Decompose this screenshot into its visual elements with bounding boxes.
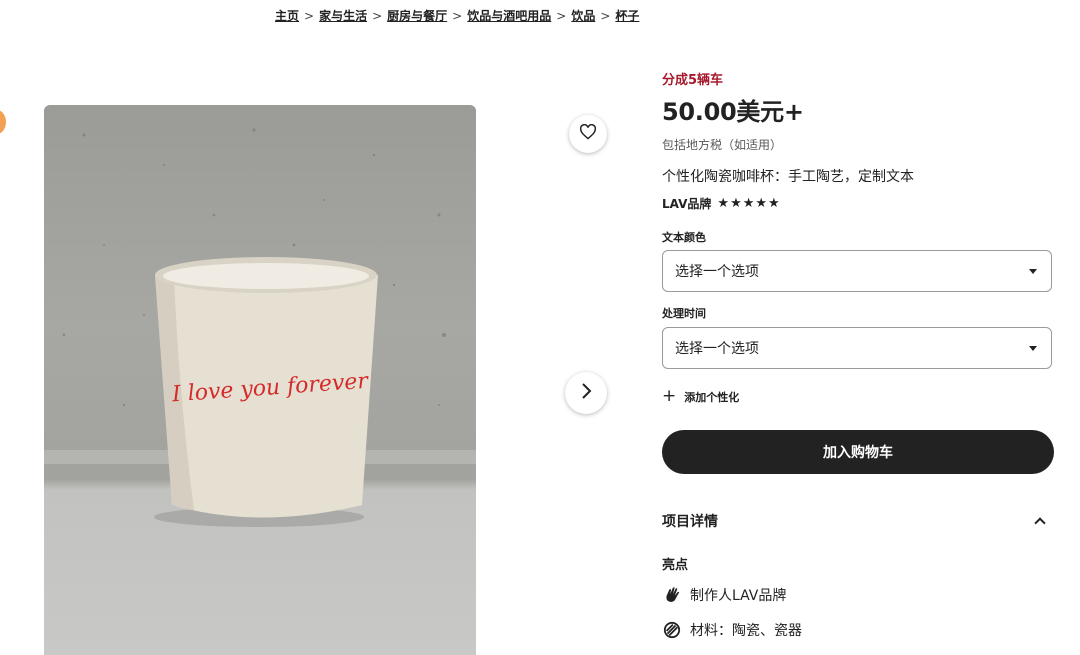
chevron-up-icon [1034,517,1046,529]
chevron-right-icon [580,382,592,404]
breadcrumb-item-drinkware[interactable]: 饮品 [571,7,595,24]
side-indicator-dot [0,110,6,134]
processing-time-value: 选择一个选项 [675,341,759,357]
mug-photo: I love you forever [44,128,476,527]
highlight-maker-text: 制作人LAV品牌 [690,588,787,604]
material-icon [662,620,682,640]
text-color-label: 文本颜色 [662,231,706,244]
star-icon: ★ [730,196,742,211]
breadcrumb-item-kitchen-dining[interactable]: 厨房与餐厅 [387,7,447,24]
rating-stars[interactable]: ★ ★ ★ ★ ★ [717,197,779,210]
heart-icon [579,123,597,144]
highlights-title: 亮点 [662,558,689,573]
mug-inner [163,263,369,289]
item-details-title: 项目详情 [662,514,718,530]
promo-text: 分成5辆车 [662,73,724,88]
breadcrumb-item-cups[interactable]: 杯子 [615,7,639,24]
breadcrumb-item-home-living[interactable]: 家与生活 [319,7,367,24]
breadcrumb-separator: > [304,8,315,23]
breadcrumb-separator: > [452,8,463,23]
product-title: 个性化陶瓷咖啡杯：手工陶艺，定制文本 [662,169,914,185]
add-personalization-button[interactable]: + 添加个性化 [662,388,739,405]
processing-time-label: 处理时间 [662,307,706,320]
star-icon: ★ [768,196,780,211]
shop-row: LAV品牌 ★ ★ ★ ★ ★ [662,195,780,212]
tax-note: 包括地方税（如适用） [662,138,783,152]
highlight-material: 材料：陶瓷、瓷器 [662,620,802,640]
highlight-maker: 制作人LAV品牌 [662,585,786,605]
caret-down-icon [1029,268,1037,274]
star-icon: ★ [717,196,730,211]
processing-time-select[interactable]: 选择一个选项 [662,327,1052,369]
add-personalization-label: 添加个性化 [684,390,740,404]
add-to-cart-button[interactable]: 加入购物车 [662,430,1054,474]
product-image[interactable]: I love you forever [44,105,476,655]
plus-icon: + [662,386,677,406]
text-color-select[interactable]: 选择一个选项 [662,250,1052,292]
breadcrumb-item-drink-barware[interactable]: 饮品与酒吧用品 [467,7,551,24]
breadcrumb-separator: > [372,8,383,23]
highlight-material-text: 材料：陶瓷、瓷器 [690,623,802,639]
star-icon: ★ [755,196,768,211]
star-icon: ★ [742,196,755,211]
text-color-value: 选择一个选项 [675,264,759,280]
product-price: 50.00美元+ [662,98,804,126]
next-image-button[interactable] [565,372,607,414]
breadcrumb-item-home[interactable]: 主页 [275,7,299,24]
breadcrumb-separator: > [556,8,567,23]
item-details-toggle[interactable]: 项目详情 [662,511,1050,531]
hand-wave-icon [662,585,682,605]
caret-down-icon [1029,345,1037,351]
breadcrumb: 主页 > 家与生活 > 厨房与餐厅 > 饮品与酒吧用品 > 饮品 > 杯子 [275,7,639,24]
favorite-button[interactable] [569,115,607,153]
shop-name-link[interactable]: LAV品牌 [662,195,711,212]
breadcrumb-separator: > [600,8,611,23]
